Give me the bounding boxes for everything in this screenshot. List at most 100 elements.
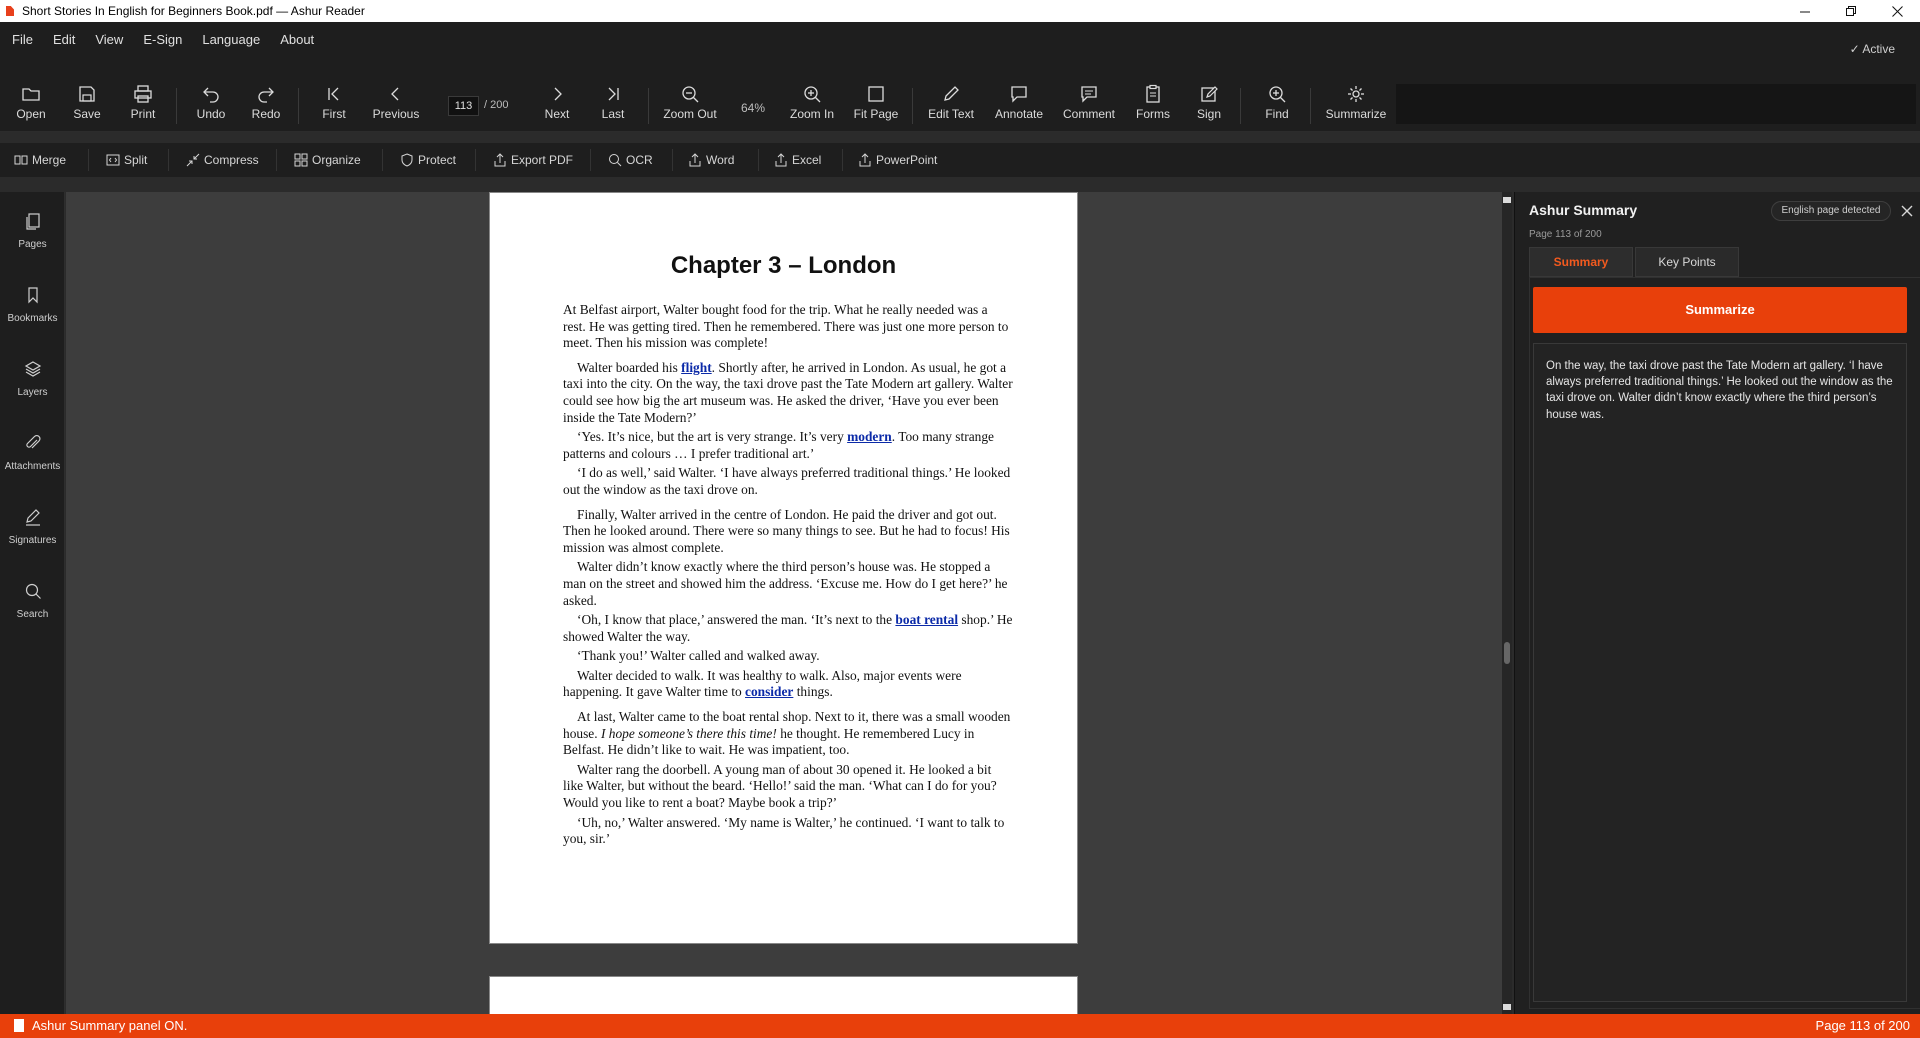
sidebar-item-layers[interactable]: Layers	[0, 340, 65, 400]
tab-key-points[interactable]: Key Points	[1635, 247, 1739, 277]
previous-page-button[interactable]: Previous	[373, 84, 419, 128]
print-button[interactable]: Print	[129, 84, 157, 128]
summary-output: On the way, the taxi drove past the Tate…	[1533, 343, 1907, 1002]
active-status: ✓ Active	[1849, 42, 1895, 56]
zoom-level[interactable]: 64%	[741, 101, 765, 115]
page-total: / 200	[484, 99, 509, 111]
paragraph: At Belfast airport, Walter bought food f…	[563, 302, 1009, 351]
document-viewport[interactable]: Chapter 3 – London At Belfast airport, W…	[66, 192, 1502, 1014]
pdf-page[interactable]: Chapter 3 – London At Belfast airport, W…	[489, 192, 1078, 944]
split-button[interactable]: Split	[106, 149, 147, 171]
sign-button[interactable]: Sign	[1196, 84, 1222, 128]
ocr-button[interactable]: OCR	[608, 149, 653, 171]
zoom-out-button[interactable]: Zoom Out	[662, 84, 718, 128]
open-button[interactable]: Open	[16, 84, 46, 128]
zoom-in-button[interactable]: Zoom In	[789, 84, 835, 128]
title-bar: Short Stories In English for Beginners B…	[0, 0, 1920, 22]
edit-text-button[interactable]: Edit Text	[928, 84, 974, 128]
menu-file[interactable]: File	[2, 30, 43, 50]
last-page-icon	[608, 87, 619, 101]
next-page-button[interactable]: Next	[545, 84, 569, 128]
tab-summary[interactable]: Summary	[1529, 247, 1633, 277]
paragraph: ‘I do as well,’ said Walter. ‘I have alw…	[563, 465, 1011, 497]
sidebar-item-attachments[interactable]: Attachments	[0, 414, 65, 474]
grid-icon	[294, 153, 308, 167]
close-panel-icon[interactable]	[1899, 203, 1915, 219]
paragraph: Finally, Walter arrived in the centre of…	[563, 506, 1010, 555]
summary-panel: Ashur Summary Page 113 of 200 English pa…	[1514, 192, 1920, 1014]
upload-icon	[689, 153, 701, 167]
sidebar-item-pages[interactable]: Pages	[0, 192, 65, 252]
split-icon	[106, 154, 120, 166]
paragraph: ‘Yes. It’s nice, but the art is very str…	[563, 429, 994, 461]
menu-language[interactable]: Language	[192, 30, 270, 50]
upload-icon	[859, 153, 871, 167]
page-body: At Belfast airport, Walter bought food f…	[563, 302, 1013, 851]
fit-page-button[interactable]: Fit Page	[854, 84, 898, 128]
sidebar-item-signatures[interactable]: Signatures	[0, 488, 65, 548]
paragraph: ‘Thank you!’ Walter called and walked aw…	[577, 648, 820, 664]
printer-icon	[134, 85, 152, 103]
bookmark-icon	[27, 287, 38, 304]
protect-button[interactable]: Protect	[400, 149, 456, 171]
signature-pen-icon	[25, 509, 40, 526]
menu-esign[interactable]: E-Sign	[133, 30, 192, 50]
excel-export-button[interactable]: Excel	[774, 149, 821, 171]
menu-about[interactable]: About	[270, 30, 324, 50]
ocr-search-icon	[609, 154, 622, 167]
paragraph: Walter didn’t know exactly where the thi…	[563, 559, 1008, 608]
powerpoint-export-button[interactable]: PowerPoint	[858, 149, 937, 171]
scroll-down-arrow[interactable]	[1503, 1004, 1511, 1010]
last-page-button[interactable]: Last	[601, 84, 625, 128]
glossary-link-boat-rental[interactable]: boat rental	[895, 612, 958, 627]
search-icon	[1269, 86, 1286, 103]
sidebar-item-bookmarks[interactable]: Bookmarks	[0, 266, 65, 326]
paragraph: At last, Walter came to the boat rental …	[563, 709, 1011, 758]
menu-edit[interactable]: Edit	[43, 30, 85, 50]
paperclip-icon	[25, 434, 41, 449]
menu-view[interactable]: View	[85, 30, 133, 50]
scroll-thumb[interactable]	[1504, 642, 1510, 664]
annotate-button[interactable]: Annotate	[994, 84, 1044, 128]
window-title: Short Stories In English for Beginners B…	[22, 4, 365, 18]
compress-button[interactable]: Compress	[186, 149, 259, 171]
first-page-button[interactable]: First	[322, 84, 346, 128]
close-window-button[interactable]	[1874, 0, 1920, 22]
redo-button[interactable]: Redo	[251, 84, 281, 128]
merge-button[interactable]: Merge	[14, 149, 66, 171]
save-icon	[79, 86, 95, 102]
word-export-button[interactable]: Word	[688, 149, 734, 171]
restore-button[interactable]	[1828, 0, 1874, 22]
glossary-link-consider[interactable]: consider	[745, 684, 793, 699]
toolbar-search-field[interactable]	[1396, 84, 1916, 124]
restore-icon	[1845, 5, 1856, 16]
save-button[interactable]: Save	[73, 84, 101, 128]
sidebar-item-search[interactable]: Search	[0, 562, 65, 622]
next-pdf-page[interactable]	[489, 976, 1078, 1014]
forms-button[interactable]: Forms	[1136, 84, 1170, 128]
glossary-link-flight[interactable]: flight	[681, 360, 712, 375]
undo-button[interactable]: Undo	[195, 84, 227, 128]
summarize-toolbar-button[interactable]: Summarize	[1326, 84, 1386, 128]
language-badge: English page detected	[1771, 201, 1891, 221]
fit-page-icon	[868, 86, 884, 102]
zoom-out-icon	[682, 86, 699, 103]
scroll-up-arrow[interactable]	[1503, 197, 1511, 203]
annotate-icon	[1011, 86, 1027, 103]
minimize-button[interactable]	[1782, 0, 1828, 22]
undo-icon	[203, 87, 219, 103]
clipboard-icon	[1146, 84, 1160, 103]
organize-button[interactable]: Organize	[294, 149, 361, 171]
page-number-input[interactable]: 113	[448, 96, 479, 116]
glossary-link-modern[interactable]: modern	[847, 429, 892, 444]
shield-icon	[401, 153, 413, 167]
find-button[interactable]: Find	[1265, 84, 1289, 128]
document-scrollbar[interactable]	[1502, 192, 1512, 1014]
comment-button[interactable]: Comment	[1063, 84, 1115, 128]
summarize-button[interactable]: Summarize	[1533, 287, 1907, 333]
export-pdf-button[interactable]: Export PDF	[493, 149, 573, 171]
app-icon	[6, 6, 14, 16]
status-bar: Ashur Summary panel ON. Page 113 of 200	[0, 1014, 1920, 1038]
paragraph: Walter rang the doorbell. A young man of…	[563, 761, 997, 811]
status-page-indicator: Page 113 of 200	[1815, 1018, 1910, 1033]
